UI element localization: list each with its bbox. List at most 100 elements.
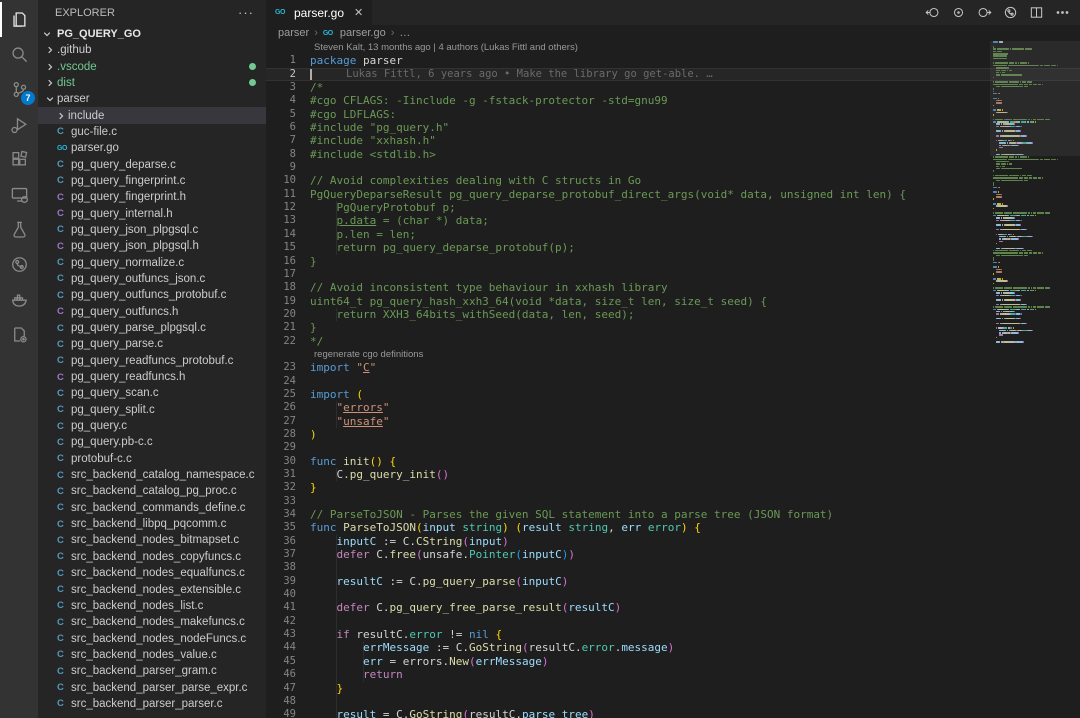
- tree-item-src_backend_nodes_value.c[interactable]: Csrc_backend_nodes_value.c: [38, 647, 266, 663]
- tree-item-parser.go[interactable]: GOparser.go: [38, 140, 266, 156]
- tree-item-pg_query_outfuncs_json.c[interactable]: Cpg_query_outfuncs_json.c: [38, 271, 266, 287]
- tree-item-pg_query_outfuncs.h[interactable]: Cpg_query_outfuncs.h: [38, 304, 266, 320]
- tree-item-pg_query_json_plpgsql.c[interactable]: Cpg_query_json_plpgsql.c: [38, 222, 266, 238]
- code-line-26[interactable]: 26 "errors": [266, 401, 1080, 414]
- tree-item-src_backend_catalog_namespace.c[interactable]: Csrc_backend_catalog_namespace.c: [38, 467, 266, 483]
- tree-item-dist[interactable]: dist: [38, 75, 266, 91]
- minimap[interactable]: [990, 41, 1080, 718]
- code-line-29[interactable]: 29: [266, 441, 1080, 454]
- code-line-17[interactable]: 17: [266, 268, 1080, 281]
- code-line-6[interactable]: 6#include "pg_query.h": [266, 121, 1080, 134]
- tree-item-pg_query_json_plpgsql.h[interactable]: Cpg_query_json_plpgsql.h: [38, 238, 266, 254]
- tree-item-src_backend_nodes_copyfuncs.c[interactable]: Csrc_backend_nodes_copyfuncs.c: [38, 549, 266, 565]
- tree-item-src_backend_nodes_nodeFuncs.c[interactable]: Csrc_backend_nodes_nodeFuncs.c: [38, 630, 266, 646]
- project-settings-icon[interactable]: [0, 317, 38, 352]
- more-actions-icon[interactable]: [1055, 5, 1070, 20]
- code-line-35[interactable]: 35func ParseToJSON(input string) (result…: [266, 521, 1080, 534]
- tree-item-pg_query_fingerprint.h[interactable]: Cpg_query_fingerprint.h: [38, 189, 266, 205]
- split-editor-icon[interactable]: [1029, 5, 1044, 20]
- codelens[interactable]: Steven Kalt, 13 months ago | 4 authors (…: [266, 41, 1080, 54]
- code-line-8[interactable]: 8#include <stdlib.h>: [266, 148, 1080, 161]
- diff-next-icon[interactable]: [977, 5, 992, 20]
- code-line-23[interactable]: 23import "C": [266, 361, 1080, 374]
- tree-item-pg_query_readfuncs_protobuf.c[interactable]: Cpg_query_readfuncs_protobuf.c: [38, 353, 266, 369]
- extensions-icon[interactable]: [0, 142, 38, 177]
- tree-item-src_backend_nodes_bitmapset.c[interactable]: Csrc_backend_nodes_bitmapset.c: [38, 532, 266, 548]
- tree-item-pg_query_parse_plpgsql.c[interactable]: Cpg_query_parse_plpgsql.c: [38, 320, 266, 336]
- code-line-34[interactable]: 34// ParseToJSON - Parses the given SQL …: [266, 508, 1080, 521]
- code-line-24[interactable]: 24: [266, 375, 1080, 388]
- code-line-1[interactable]: 1package parser: [266, 54, 1080, 67]
- pipeline-icon[interactable]: [1003, 5, 1018, 20]
- code-line-7[interactable]: 7#include "xxhash.h": [266, 134, 1080, 147]
- tree-item-.vscode[interactable]: .vscode: [38, 58, 266, 74]
- code-line-30[interactable]: 30func init() {: [266, 455, 1080, 468]
- code-line-49[interactable]: 49 result = C.GoString(resultC.parse_tre…: [266, 708, 1080, 718]
- search-icon[interactable]: [0, 37, 38, 72]
- code-line-31[interactable]: 31 C.pg_query_init(): [266, 468, 1080, 481]
- code-line-3[interactable]: 3/*: [266, 81, 1080, 94]
- tree-item-guc-file.c[interactable]: Cguc-file.c: [38, 124, 266, 140]
- tab-parser-go[interactable]: GO parser.go ✕: [266, 0, 372, 25]
- code-line-44[interactable]: 44 errMessage := C.GoString(resultC.erro…: [266, 641, 1080, 654]
- codelens[interactable]: regenerate cgo definitions: [266, 348, 1080, 361]
- docker-icon[interactable]: [0, 282, 38, 317]
- tree-item-src_backend_parser_parse_expr.c[interactable]: Csrc_backend_parser_parse_expr.c: [38, 679, 266, 695]
- code-line-22[interactable]: 22*/: [266, 335, 1080, 348]
- tree-item-src_backend_catalog_pg_proc.c[interactable]: Csrc_backend_catalog_pg_proc.c: [38, 483, 266, 499]
- tree-item-parser[interactable]: parser: [38, 91, 266, 107]
- remote-explorer-icon[interactable]: [0, 177, 38, 212]
- code-line-9[interactable]: 9: [266, 161, 1080, 174]
- tree-item-src_backend_commands_define.c[interactable]: Csrc_backend_commands_define.c: [38, 500, 266, 516]
- tree-item-pg_query_split.c[interactable]: Cpg_query_split.c: [38, 402, 266, 418]
- testing-icon[interactable]: [0, 212, 38, 247]
- code-line-32[interactable]: 32}: [266, 481, 1080, 494]
- source-control-icon[interactable]: 7: [0, 72, 38, 107]
- tree-item-pg_query_normalize.c[interactable]: Cpg_query_normalize.c: [38, 254, 266, 270]
- tree-item-src_backend_libpq_pqcomm.c[interactable]: Csrc_backend_libpq_pqcomm.c: [38, 516, 266, 532]
- code-line-12[interactable]: 12 PgQueryProtobuf p;: [266, 201, 1080, 214]
- code-line-48[interactable]: 48: [266, 695, 1080, 708]
- tree-item-src_backend_nodes_extensible.c[interactable]: Csrc_backend_nodes_extensible.c: [38, 581, 266, 597]
- tree-item-src_backend_nodes_makefuncs.c[interactable]: Csrc_backend_nodes_makefuncs.c: [38, 614, 266, 630]
- code-line-11[interactable]: 11PgQueryDeparseResult pg_query_deparse_…: [266, 188, 1080, 201]
- code-line-2[interactable]: 2Lukas Fittl, 6 years ago • Make the lib…: [266, 68, 1080, 81]
- code-line-20[interactable]: 20 return XXH3_64bits_withSeed(data, len…: [266, 308, 1080, 321]
- tree-item-pg_query_deparse.c[interactable]: Cpg_query_deparse.c: [38, 156, 266, 172]
- code-line-45[interactable]: 45 err = errors.New(errMessage): [266, 655, 1080, 668]
- code-line-33[interactable]: 33: [266, 495, 1080, 508]
- tree-item-pg_query.pb-c.c[interactable]: Cpg_query.pb-c.c: [38, 434, 266, 450]
- explorer-more-actions-icon[interactable]: ···: [238, 5, 254, 20]
- code-line-36[interactable]: 36 inputC := C.CString(input): [266, 535, 1080, 548]
- code-line-28[interactable]: 28): [266, 428, 1080, 441]
- code-line-46[interactable]: 46 return: [266, 668, 1080, 681]
- code-line-15[interactable]: 15 return pg_query_deparse_protobuf(p);: [266, 241, 1080, 254]
- explorer-icon[interactable]: [0, 2, 38, 37]
- breadcrumb-item[interactable]: …: [399, 27, 410, 39]
- code-line-43[interactable]: 43 if resultC.error != nil {: [266, 628, 1080, 641]
- tree-item-include[interactable]: include: [38, 107, 266, 123]
- code-area[interactable]: Steven Kalt, 13 months ago | 4 authors (…: [266, 41, 1080, 718]
- code-line-47[interactable]: 47 }: [266, 682, 1080, 695]
- code-line-42[interactable]: 42: [266, 615, 1080, 628]
- code-line-21[interactable]: 21}: [266, 321, 1080, 334]
- diff-icon[interactable]: [951, 5, 966, 20]
- breadcrumb-item[interactable]: GOparser.go: [323, 27, 386, 39]
- code-line-37[interactable]: 37 defer C.free(unsafe.Pointer(inputC)): [266, 548, 1080, 561]
- close-icon[interactable]: ✕: [354, 6, 363, 19]
- tree-item-pg_query_parse.c[interactable]: Cpg_query_parse.c: [38, 336, 266, 352]
- code-line-16[interactable]: 16}: [266, 255, 1080, 268]
- tree-item-pg_query_scan.c[interactable]: Cpg_query_scan.c: [38, 385, 266, 401]
- minimap-slider[interactable]: [990, 41, 1080, 156]
- project-section-header[interactable]: PG_QUERY_GO: [38, 25, 266, 42]
- tree-item-src_backend_nodes_equalfuncs.c[interactable]: Csrc_backend_nodes_equalfuncs.c: [38, 565, 266, 581]
- code-line-25[interactable]: 25import (: [266, 388, 1080, 401]
- code-line-13[interactable]: 13 p.data = (char *) data;: [266, 214, 1080, 227]
- tree-item-src_backend_nodes_list.c[interactable]: Csrc_backend_nodes_list.c: [38, 598, 266, 614]
- code-line-10[interactable]: 10// Avoid complexities dealing with C s…: [266, 174, 1080, 187]
- tree-item-.github[interactable]: .github: [38, 42, 266, 58]
- code-line-38[interactable]: 38: [266, 561, 1080, 574]
- tree-item-pg_query_fingerprint.c[interactable]: Cpg_query_fingerprint.c: [38, 173, 266, 189]
- code-line-5[interactable]: 5#cgo LDFLAGS:: [266, 108, 1080, 121]
- code-line-4[interactable]: 4#cgo CFLAGS: -Iinclude -g -fstack-prote…: [266, 94, 1080, 107]
